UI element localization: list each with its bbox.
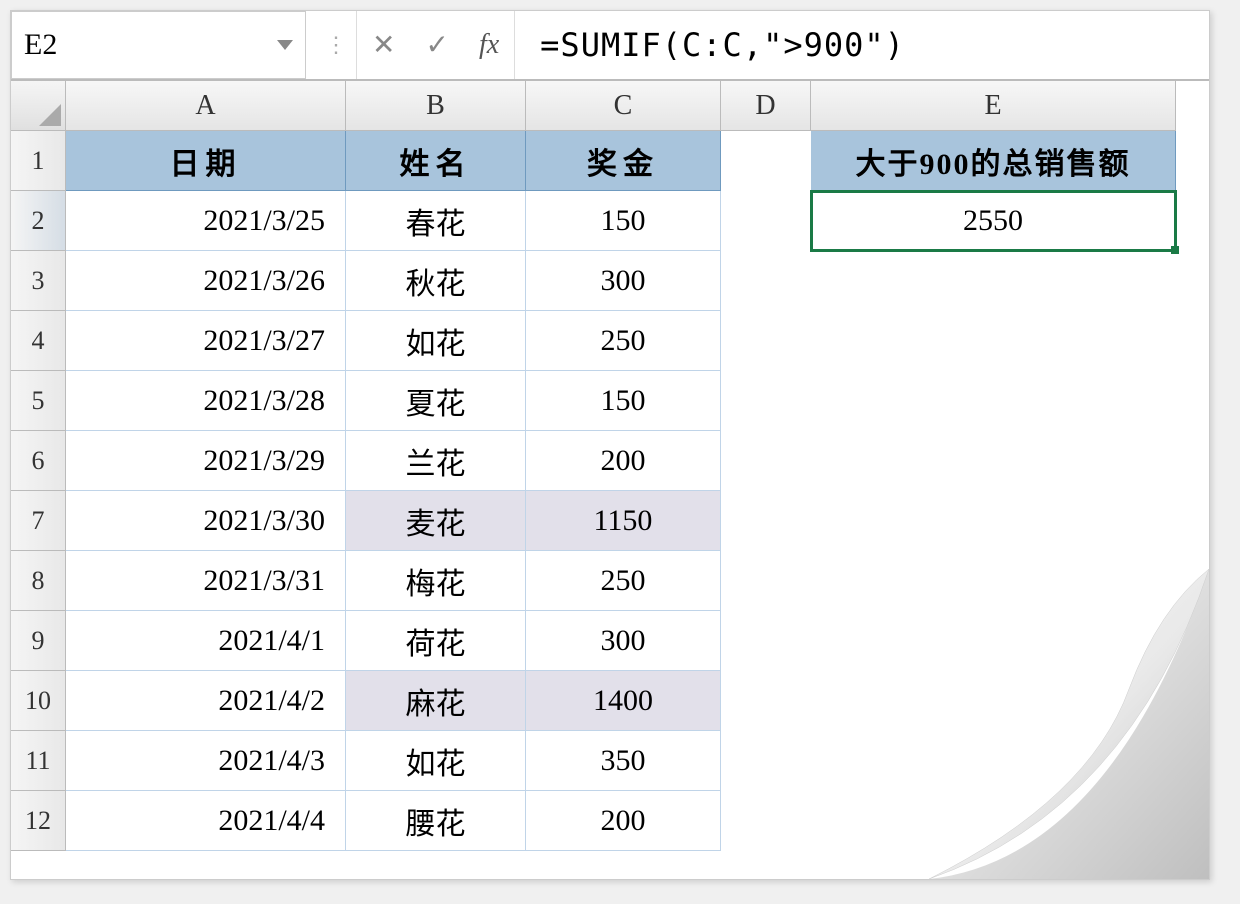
row-header-3[interactable]: 3 bbox=[11, 251, 66, 311]
cell-E8[interactable] bbox=[811, 551, 1176, 611]
name-box[interactable]: E2 bbox=[11, 11, 306, 79]
cell-B7[interactable]: 麦花 bbox=[346, 491, 526, 551]
cell-B4[interactable]: 如花 bbox=[346, 311, 526, 371]
cell-E5[interactable] bbox=[811, 371, 1176, 431]
name-box-value: E2 bbox=[24, 28, 57, 62]
divider: ⋮ bbox=[316, 11, 356, 79]
cell-C11[interactable]: 350 bbox=[526, 731, 721, 791]
cell-E4[interactable] bbox=[811, 311, 1176, 371]
row-header-1[interactable]: 1 bbox=[11, 131, 66, 191]
cell-C1[interactable]: 奖金 bbox=[526, 131, 721, 191]
cell-C3[interactable]: 300 bbox=[526, 251, 721, 311]
row-header-5[interactable]: 5 bbox=[11, 371, 66, 431]
cell-B6[interactable]: 兰花 bbox=[346, 431, 526, 491]
row-header-11[interactable]: 11 bbox=[11, 731, 66, 791]
cell-E1[interactable]: 大于900的总销售额 bbox=[811, 131, 1176, 191]
cell-A8[interactable]: 2021/3/31 bbox=[66, 551, 346, 611]
grid[interactable]: A B C D E 1 日期 姓名 奖金 大于900的总销售额 2 2021/3… bbox=[11, 81, 1209, 851]
row-header-6[interactable]: 6 bbox=[11, 431, 66, 491]
cell-D6[interactable] bbox=[721, 431, 811, 491]
cell-E6[interactable] bbox=[811, 431, 1176, 491]
cell-E2[interactable]: 2550 bbox=[811, 191, 1176, 251]
select-all-button[interactable] bbox=[11, 81, 66, 131]
formula-text: =SUMIF(C:C,">900") bbox=[540, 26, 905, 64]
cell-B2[interactable]: 春花 bbox=[346, 191, 526, 251]
cell-A9[interactable]: 2021/4/1 bbox=[66, 611, 346, 671]
cell-B9[interactable]: 荷花 bbox=[346, 611, 526, 671]
cell-B3[interactable]: 秋花 bbox=[346, 251, 526, 311]
cell-E10[interactable] bbox=[811, 671, 1176, 731]
cell-D10[interactable] bbox=[721, 671, 811, 731]
row-header-2[interactable]: 2 bbox=[11, 191, 66, 251]
cell-D2[interactable] bbox=[721, 191, 811, 251]
formula-bar: E2 ⋮ ✕ ✓ fx =SUMIF(C:C,">900") bbox=[11, 11, 1209, 81]
row-header-7[interactable]: 7 bbox=[11, 491, 66, 551]
cell-E9[interactable] bbox=[811, 611, 1176, 671]
col-header-D[interactable]: D bbox=[721, 81, 811, 131]
cell-B1[interactable]: 姓名 bbox=[346, 131, 526, 191]
cell-A6[interactable]: 2021/3/29 bbox=[66, 431, 346, 491]
cell-A11[interactable]: 2021/4/3 bbox=[66, 731, 346, 791]
col-header-E[interactable]: E bbox=[811, 81, 1176, 131]
chevron-down-icon[interactable] bbox=[277, 40, 293, 50]
cell-E12[interactable] bbox=[811, 791, 1176, 851]
cell-A7[interactable]: 2021/3/30 bbox=[66, 491, 346, 551]
cell-B5[interactable]: 夏花 bbox=[346, 371, 526, 431]
cell-B8[interactable]: 梅花 bbox=[346, 551, 526, 611]
cell-D11[interactable] bbox=[721, 731, 811, 791]
cell-D9[interactable] bbox=[721, 611, 811, 671]
cell-C6[interactable]: 200 bbox=[526, 431, 721, 491]
col-header-B[interactable]: B bbox=[346, 81, 526, 131]
cell-C7[interactable]: 1150 bbox=[526, 491, 721, 551]
cell-C4[interactable]: 250 bbox=[526, 311, 721, 371]
cell-D8[interactable] bbox=[721, 551, 811, 611]
cell-C2[interactable]: 150 bbox=[526, 191, 721, 251]
row-header-10[interactable]: 10 bbox=[11, 671, 66, 731]
cell-B10[interactable]: 麻花 bbox=[346, 671, 526, 731]
fx-icon[interactable]: fx bbox=[479, 29, 499, 61]
row-header-9[interactable]: 9 bbox=[11, 611, 66, 671]
cell-D4[interactable] bbox=[721, 311, 811, 371]
cell-A12[interactable]: 2021/4/4 bbox=[66, 791, 346, 851]
cell-C10[interactable]: 1400 bbox=[526, 671, 721, 731]
cell-A4[interactable]: 2021/3/27 bbox=[66, 311, 346, 371]
formula-input[interactable]: =SUMIF(C:C,">900") bbox=[520, 11, 1209, 79]
cell-C8[interactable]: 250 bbox=[526, 551, 721, 611]
cell-D12[interactable] bbox=[721, 791, 811, 851]
cell-B12[interactable]: 腰花 bbox=[346, 791, 526, 851]
row-header-8[interactable]: 8 bbox=[11, 551, 66, 611]
cell-E11[interactable] bbox=[811, 731, 1176, 791]
row-header-12[interactable]: 12 bbox=[11, 791, 66, 851]
confirm-icon[interactable]: ✓ bbox=[425, 28, 448, 62]
cell-C12[interactable]: 200 bbox=[526, 791, 721, 851]
cell-A2[interactable]: 2021/3/25 bbox=[66, 191, 346, 251]
cell-D5[interactable] bbox=[721, 371, 811, 431]
cell-A10[interactable]: 2021/4/2 bbox=[66, 671, 346, 731]
cell-C9[interactable]: 300 bbox=[526, 611, 721, 671]
cell-D3[interactable] bbox=[721, 251, 811, 311]
cancel-icon[interactable]: ✕ bbox=[372, 28, 395, 62]
formula-controls: ✕ ✓ fx bbox=[356, 11, 515, 79]
cell-D7[interactable] bbox=[721, 491, 811, 551]
col-header-C[interactable]: C bbox=[526, 81, 721, 131]
cell-A3[interactable]: 2021/3/26 bbox=[66, 251, 346, 311]
cell-E3[interactable] bbox=[811, 251, 1176, 311]
col-header-A[interactable]: A bbox=[66, 81, 346, 131]
cell-D1[interactable] bbox=[721, 131, 811, 191]
cell-A5[interactable]: 2021/3/28 bbox=[66, 371, 346, 431]
cell-A1[interactable]: 日期 bbox=[66, 131, 346, 191]
row-header-4[interactable]: 4 bbox=[11, 311, 66, 371]
cell-B11[interactable]: 如花 bbox=[346, 731, 526, 791]
cell-C5[interactable]: 150 bbox=[526, 371, 721, 431]
spreadsheet-app: E2 ⋮ ✕ ✓ fx =SUMIF(C:C,">900") A B C D E… bbox=[10, 10, 1210, 880]
cell-E7[interactable] bbox=[811, 491, 1176, 551]
